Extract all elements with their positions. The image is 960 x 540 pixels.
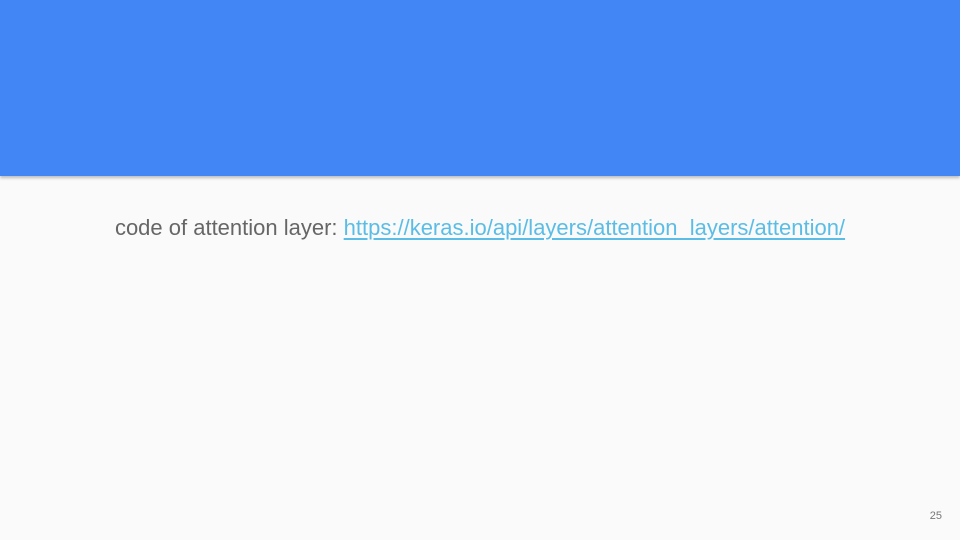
header-band: [0, 0, 960, 176]
slide: code of attention layer: https://keras.i…: [0, 0, 960, 540]
body-text-line: code of attention layer: https://keras.i…: [0, 212, 960, 244]
page-number: 25: [929, 510, 942, 522]
keras-attention-link[interactable]: https://keras.io/api/layers/attention_la…: [344, 215, 845, 240]
body-prefix-text: code of attention layer:: [114, 215, 338, 240]
